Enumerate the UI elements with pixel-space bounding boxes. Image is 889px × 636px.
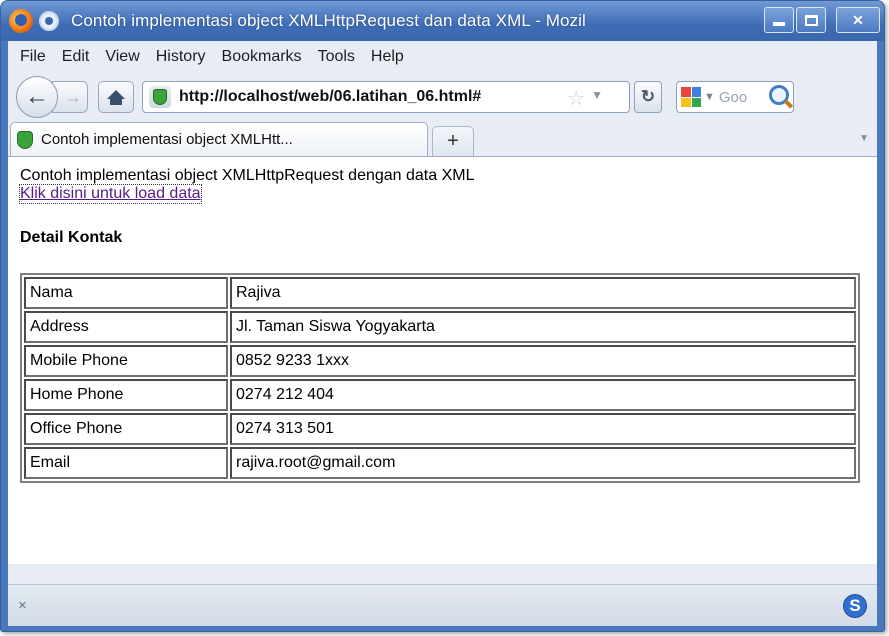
minimize-button[interactable] [764,7,794,33]
home-button[interactable] [98,81,134,113]
row-label: Mobile Phone [24,345,228,377]
close-icon: ✕ [852,11,864,28]
menu-tools[interactable]: Tools [310,48,363,66]
plus-icon: + [447,130,459,152]
table-row: Office Phone 0274 313 501 [24,413,856,445]
contact-table: Nama Rajiva Address Jl. Taman Siswa Yogy… [20,273,860,483]
menu-bar: File Edit View History Bookmarks Tools H… [8,41,877,73]
window-title: Contoh implementasi object XMLHttpReques… [71,11,586,30]
section-title: Detail Kontak [20,229,123,246]
maximize-icon [804,14,818,26]
menu-bookmarks[interactable]: Bookmarks [214,48,310,66]
window-menu-icon[interactable] [39,11,59,31]
addon-s-icon[interactable]: S [843,593,867,618]
bookmark-star-icon[interactable]: ☆ [567,86,585,111]
tab-active[interactable]: Contoh implementasi object XMLHtt... [10,122,428,156]
row-label: Office Phone [24,413,228,445]
title-bar[interactable]: Contoh implementasi object XMLHttpReques… [1,1,884,41]
load-data-link[interactable]: Klik disini untuk load data [19,184,202,204]
tab-favicon-icon [17,130,33,149]
navigation-toolbar: ← → http://localhost/web/06.latihan_06.h… [8,73,877,121]
row-value: 0274 313 501 [230,413,856,445]
row-value: 0852 9233 1xxx [230,345,856,377]
tab-label: Contoh implementasi object XMLHtt... [41,131,293,148]
window-controls: ✕ [764,7,880,33]
browser-chrome: File Edit View History Bookmarks Tools H… [8,41,877,626]
table-row: Address Jl. Taman Siswa Yogyakarta [24,311,856,343]
row-label: Email [24,447,228,479]
table-row: Nama Rajiva [24,277,856,309]
search-input[interactable]: Goo [719,89,747,106]
minimize-icon [773,22,785,26]
search-icon[interactable] [769,85,789,105]
row-value: Rajiva [230,277,856,309]
table-row: Mobile Phone 0852 9233 1xxx [24,345,856,377]
search-bar[interactable]: ▼ Goo [676,81,794,113]
shield-icon [153,89,167,105]
menu-help[interactable]: Help [363,48,412,66]
page-heading: Contoh implementasi object XMLHttpReques… [20,167,475,184]
reload-icon: ↻ [640,87,656,106]
row-value: Jl. Taman Siswa Yogyakarta [230,311,856,343]
url-input[interactable]: http://localhost/web/06.latihan_06.html# [179,88,579,106]
row-label: Nama [24,277,228,309]
page-content: Contoh implementasi object XMLHttpReques… [8,157,877,564]
home-icon [107,89,125,105]
close-addon-bar-icon[interactable]: × [18,597,27,614]
back-button[interactable]: ← [16,76,58,118]
url-history-dropdown-icon[interactable]: ▼ [591,88,603,102]
firefox-logo-icon[interactable] [9,9,33,33]
back-arrow-icon: ← [25,83,49,110]
table-row: Email rajiva.root@gmail.com [24,447,856,479]
close-window-button[interactable]: ✕ [836,7,880,33]
menu-edit[interactable]: Edit [54,48,98,66]
reload-button[interactable]: ↻ [634,81,662,113]
new-tab-button[interactable]: + [432,126,474,156]
row-label: Home Phone [24,379,228,411]
row-value: rajiva.root@gmail.com [230,447,856,479]
row-value: 0274 212 404 [230,379,856,411]
site-identity-button[interactable] [149,86,171,108]
table-row: Home Phone 0274 212 404 [24,379,856,411]
forward-arrow-icon: → [64,86,82,107]
address-bar[interactable]: http://localhost/web/06.latihan_06.html#… [142,81,630,113]
browser-window: Contoh implementasi object XMLHttpReques… [0,0,885,632]
engine-dropdown-icon[interactable]: ▼ [704,91,715,103]
menu-file[interactable]: File [12,48,54,66]
row-label: Address [24,311,228,343]
tab-list-dropdown-icon[interactable]: ▼ [859,133,869,144]
maximize-button[interactable] [796,7,826,33]
tab-strip: Contoh implementasi object XMLHtt... + ▼ [8,121,877,157]
menu-view[interactable]: View [97,48,147,66]
menu-history[interactable]: History [148,48,214,66]
search-engine-icon[interactable] [681,87,701,107]
status-bar: × S [8,584,877,626]
